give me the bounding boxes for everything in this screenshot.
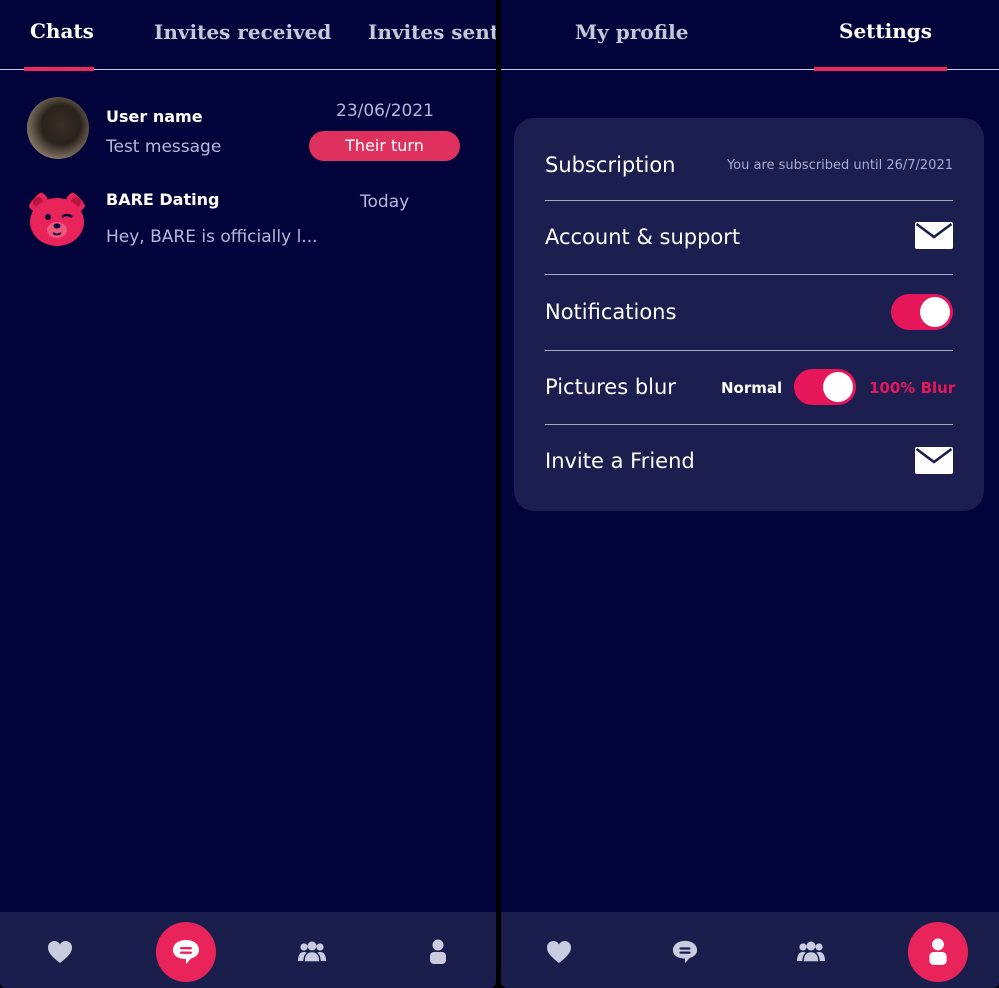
tab-my-profile[interactable]: My profile	[575, 20, 688, 44]
mail-icon[interactable]	[915, 447, 953, 474]
active-tab-indicator	[24, 66, 94, 71]
group-icon	[797, 941, 825, 963]
tab-settings[interactable]: Settings	[839, 19, 932, 43]
invite-friend-row[interactable]: Invite a Friend	[545, 447, 953, 480]
account-support-label: Account & support	[545, 225, 741, 249]
chat-name: BARE Dating	[106, 190, 220, 209]
pictures-blur-row: Pictures blur Normal 100% Blur	[545, 369, 956, 409]
divider	[545, 424, 953, 426]
chat-list-item[interactable]: User name Test message 23/06/2021 Their …	[0, 90, 496, 170]
chat-date: 23/06/2021	[336, 101, 434, 121]
subscription-row[interactable]: Subscription You are subscribed until 26…	[545, 152, 953, 184]
bear-logo-icon	[26, 188, 88, 250]
notifications-toggle[interactable]	[891, 294, 953, 330]
subscription-label: Subscription	[545, 153, 676, 177]
divider	[545, 200, 953, 202]
bottom-nav	[0, 912, 496, 988]
chats-screen: Chats Invites received Invites sent User…	[0, 0, 496, 988]
tab-invites-sent[interactable]: Invites sent	[368, 20, 496, 44]
invite-friend-label: Invite a Friend	[545, 449, 695, 473]
account-support-row[interactable]: Account & support	[545, 222, 953, 256]
nav-chats[interactable]	[156, 922, 216, 982]
blur-normal-option: Normal	[721, 379, 783, 397]
nav-likes[interactable]	[30, 922, 90, 982]
chat-list-item[interactable]: BARE Dating Hey, BARE is officially l...…	[0, 180, 496, 260]
heart-icon	[547, 941, 571, 963]
avatar	[27, 97, 89, 159]
chat-icon	[173, 940, 199, 964]
notifications-row: Notifications	[545, 294, 953, 335]
blur-full-option: 100% Blur	[869, 379, 956, 397]
mail-icon[interactable]	[915, 222, 953, 249]
chat-date: Today	[360, 192, 410, 212]
active-tab-indicator	[814, 66, 947, 71]
settings-card: Subscription You are subscribed until 26…	[514, 118, 984, 511]
pictures-blur-toggle[interactable]	[794, 369, 856, 405]
nav-community[interactable]	[282, 922, 342, 982]
bottom-nav	[501, 912, 999, 988]
nav-chats[interactable]	[655, 922, 715, 982]
nav-profile[interactable]	[408, 922, 468, 982]
their-turn-badge: Their turn	[309, 131, 460, 161]
chat-name: User name	[106, 107, 203, 126]
chats-tab-bar: Chats Invites received Invites sent	[0, 0, 496, 71]
chat-last-message: Hey, BARE is officially l...	[106, 227, 318, 247]
chat-last-message: Test message	[106, 137, 222, 157]
chat-icon	[672, 940, 698, 964]
pictures-blur-label: Pictures blur	[545, 375, 676, 399]
profile-tab-bar: My profile Settings	[501, 0, 999, 71]
group-icon	[298, 941, 326, 963]
settings-screen: My profile Settings Subscription You are…	[501, 0, 999, 988]
nav-profile[interactable]	[908, 922, 968, 982]
tab-invites-received[interactable]: Invites received	[154, 20, 331, 44]
nav-community[interactable]	[781, 922, 841, 982]
profile-icon	[430, 939, 446, 964]
profile-icon	[929, 938, 947, 965]
divider	[545, 274, 953, 276]
notifications-label: Notifications	[545, 300, 677, 324]
tab-chats[interactable]: Chats	[30, 19, 94, 43]
divider	[545, 350, 953, 352]
heart-icon	[48, 941, 72, 963]
nav-likes[interactable]	[529, 922, 589, 982]
subscription-status: You are subscribed until 26/7/2021	[726, 158, 953, 173]
